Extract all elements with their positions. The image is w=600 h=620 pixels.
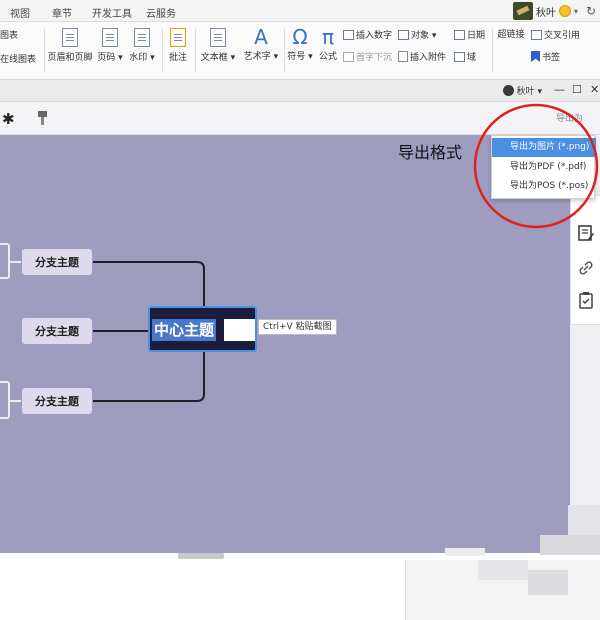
side-toolbar: [570, 195, 600, 325]
app-window: 视图 章节 开发工具 云服务 秋叶 ▾ ↻ 图表 在线图表 页眉和页脚 页码 ▾…: [0, 0, 600, 620]
paste-hint-tooltip: Ctrl+V 粘贴截图: [258, 319, 337, 335]
central-topic-text[interactable]: 中心主题: [152, 319, 217, 341]
export-pdf-item[interactable]: 导出为PDF (*.pdf): [492, 158, 596, 177]
central-topic-node[interactable]: 中心主题: [148, 306, 257, 352]
export-dropdown: 导出为图片 (*.png) 导出为PDF (*.pdf) 导出为POS (*.p…: [491, 135, 596, 199]
link-icon[interactable]: [577, 259, 595, 277]
export-pos-item[interactable]: 导出为POS (*.pos): [492, 177, 596, 196]
clipboard-check-icon[interactable]: [577, 291, 595, 309]
export-png-item[interactable]: 导出为图片 (*.png): [492, 138, 596, 157]
central-topic-caret[interactable]: [224, 319, 255, 341]
blurred-region: [568, 505, 600, 535]
export-format-annotation: 导出格式: [398, 143, 463, 162]
branch-topic-3[interactable]: 分支主题: [22, 388, 92, 414]
partial-node: [0, 243, 10, 279]
blurred-region: [540, 535, 600, 555]
horizontal-scrollbar[interactable]: [178, 553, 224, 559]
blurred-region: [528, 570, 568, 595]
note-edit-icon[interactable]: [577, 224, 595, 242]
blurred-region: [445, 548, 485, 556]
blurred-region: [478, 560, 528, 580]
branch-topic-1[interactable]: 分支主题: [22, 249, 92, 275]
branch-topic-2[interactable]: 分支主题: [22, 318, 92, 344]
partial-node: [0, 381, 10, 419]
mindmap-connectors: [10, 261, 205, 402]
